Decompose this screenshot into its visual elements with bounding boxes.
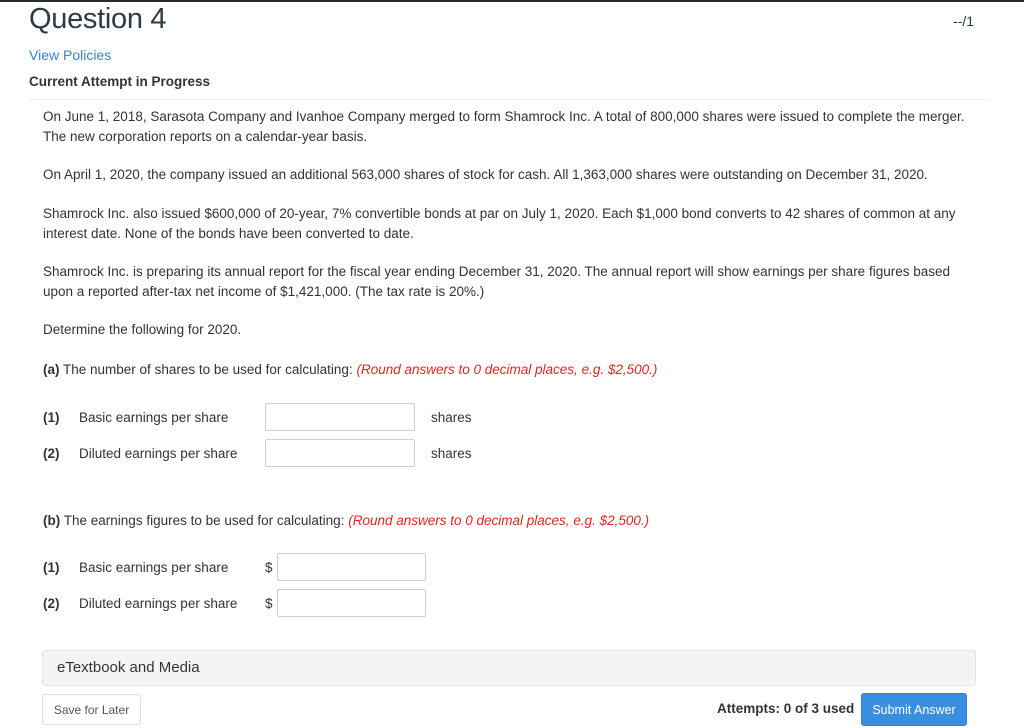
diluted-earnings-input[interactable] bbox=[277, 589, 426, 617]
problem-paragraph: Shamrock Inc. is preparing its annual re… bbox=[43, 264, 950, 299]
problem-paragraph: On April 1, 2020, the company issued an … bbox=[43, 167, 928, 182]
row-label: Diluted earnings per share bbox=[79, 445, 238, 461]
part-a-row-basic: (1) Basic earnings per share shares bbox=[43, 403, 472, 431]
attempts-counter: Attempts: 0 of 3 used bbox=[717, 701, 855, 716]
attempt-status: Current Attempt in Progress bbox=[29, 74, 211, 89]
part-a-instruction: (Round answers to 0 decimal places, e.g.… bbox=[356, 362, 658, 377]
view-policies-link[interactable]: View Policies bbox=[29, 47, 111, 63]
problem-paragraph: Determine the following for 2020. bbox=[43, 322, 242, 337]
dollar-prefix: $ bbox=[265, 595, 273, 611]
unit-label: shares bbox=[431, 445, 472, 461]
row-number: (2) bbox=[43, 445, 60, 461]
basic-earnings-input[interactable] bbox=[277, 553, 426, 581]
divider bbox=[29, 99, 989, 100]
part-a-label: (a) bbox=[43, 362, 60, 377]
part-a-text: The number of shares to be used for calc… bbox=[63, 362, 353, 377]
part-b-prompt: (b) The earnings figures to be used for … bbox=[43, 511, 983, 531]
diluted-shares-input[interactable] bbox=[265, 439, 415, 467]
row-number: (1) bbox=[43, 559, 60, 575]
basic-shares-input[interactable] bbox=[265, 403, 415, 431]
part-a-prompt: (a) The number of shares to be used for … bbox=[43, 360, 983, 380]
unit-label: shares bbox=[431, 409, 472, 425]
etextbook-media-panel[interactable]: eTextbook and Media bbox=[42, 650, 976, 686]
question-score: --/1 bbox=[953, 13, 974, 29]
part-a-row-diluted: (2) Diluted earnings per share shares bbox=[43, 439, 472, 467]
problem-paragraph: Shamrock Inc. also issued $600,000 of 20… bbox=[43, 206, 956, 241]
part-b-row-basic: (1) Basic earnings per share $ bbox=[43, 553, 426, 581]
part-b-instruction: (Round answers to 0 decimal places, e.g.… bbox=[348, 513, 650, 528]
problem-paragraph: On June 1, 2018, Sarasota Company and Iv… bbox=[43, 109, 965, 144]
part-b-label: (b) bbox=[43, 513, 61, 528]
row-label: Basic earnings per share bbox=[79, 409, 229, 425]
submit-answer-button[interactable]: Submit Answer bbox=[861, 693, 967, 726]
row-label: Diluted earnings per share bbox=[79, 595, 238, 611]
part-b-text: The earnings figures to be used for calc… bbox=[63, 513, 345, 528]
row-label: Basic earnings per share bbox=[79, 559, 229, 575]
question-title: Question 4 bbox=[29, 3, 167, 35]
dollar-prefix: $ bbox=[265, 559, 273, 575]
save-for-later-button[interactable]: Save for Later bbox=[42, 694, 141, 725]
row-number: (2) bbox=[43, 595, 60, 611]
row-number: (1) bbox=[43, 409, 60, 425]
part-b-row-diluted: (2) Diluted earnings per share $ bbox=[43, 589, 426, 617]
top-border bbox=[0, 0, 1024, 2]
